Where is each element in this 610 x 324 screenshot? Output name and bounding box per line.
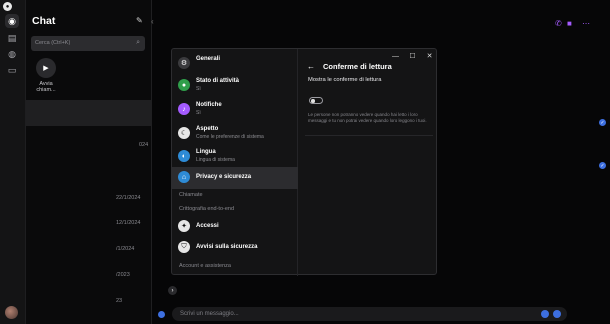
menu-sublabel: Lingua di sistema — [196, 157, 235, 163]
menu-item-privacy[interactable]: ⌂ Privacy e sicurezza — [172, 167, 298, 189]
menu-item-notifiche[interactable]: ♪ Notifiche Sì — [172, 99, 298, 121]
menu-label: Notifiche — [196, 102, 222, 108]
add-icon[interactable] — [158, 311, 165, 318]
messenger-logo-icon: ● — [3, 2, 12, 11]
menu-label: Lingua — [196, 149, 216, 155]
message-placeholder: Scrivi un messaggio... — [180, 310, 239, 317]
video-call-icon: ▶ — [36, 58, 56, 78]
dialog-maximize-button[interactable]: ☐ — [404, 49, 421, 63]
list-item-date: 22/1/2024 — [116, 195, 141, 201]
dialog-minimize-button[interactable]: — — [387, 49, 404, 63]
chat-list-panel: Chat ✎ Cerca (Ctrl+K) ⌕ ▶ Avvia chiam...… — [26, 0, 177, 324]
list-item-date: /1/2024 — [116, 246, 135, 252]
start-call-button[interactable]: ▶ Avvia chiam... — [34, 58, 58, 93]
emoji-icon[interactable] — [541, 310, 549, 318]
menu-item-lingua[interactable]: ◐ Lingua Lingua di sistema — [172, 146, 298, 168]
list-item-date: /2023 — [116, 272, 130, 278]
menu-item-accessi[interactable]: ✦ Accessi — [172, 216, 298, 238]
menu-label: Stato di attività — [196, 78, 240, 84]
archive-icon[interactable]: ▭ — [5, 63, 19, 77]
menu-item-stato-attivita[interactable]: ● Stato di attività Sì — [172, 75, 298, 97]
option-label: Mostra le conferme di lettura — [308, 77, 382, 83]
home-lock-icon: ⌂ — [178, 171, 190, 183]
search-input[interactable]: Cerca (Ctrl+K) ⌕ — [31, 36, 145, 51]
pane-title: Conferme di lettura — [323, 62, 392, 71]
menu-label: Privacy e sicurezza — [196, 174, 252, 180]
sticker-icon[interactable] — [553, 310, 561, 318]
menu-item-account[interactable]: Account e assistenza — [179, 263, 231, 269]
settings-dialog: ⚙ Generali ● Stato di attività Sì ♪ Noti… — [171, 48, 438, 276]
search-placeholder: Cerca (Ctrl+K) — [35, 40, 71, 46]
menu-item-aspetto[interactable]: ☾ Aspetto Come le preferenze di sistema — [172, 123, 298, 145]
key-icon: ✦ — [178, 220, 190, 232]
divider — [305, 135, 433, 136]
left-rail: ● ◉ ▤ ◍ ▭ — [0, 0, 26, 324]
menu-label: Aspetto — [196, 126, 219, 132]
list-item-date: 23 — [116, 298, 123, 304]
back-arrow-icon[interactable]: ← — [307, 62, 315, 71]
menu-sublabel: Come le preferenze di sistema — [196, 134, 264, 140]
chevron-right-icon[interactable]: › — [168, 286, 177, 295]
activity-icon: ● — [178, 79, 190, 91]
read-receipt-icon: ✓ — [599, 119, 606, 126]
compose-icon[interactable]: ✎ — [136, 16, 143, 25]
info-icon[interactable]: ⋯ — [582, 19, 590, 28]
menu-item-chiamate[interactable]: Chiamate — [179, 192, 203, 198]
phone-icon[interactable]: ✆ — [555, 19, 562, 28]
shield-icon: ⛉ — [178, 241, 190, 253]
read-receipt-icon: ✓ — [599, 162, 606, 169]
moon-icon: ☾ — [178, 127, 190, 139]
menu-item-crittografia[interactable]: Crittografia end-to-end — [179, 206, 234, 212]
menu-item-avvisi[interactable]: ⛉ Avvisi sulla sicurezza — [172, 237, 298, 259]
list-item-date: 12/1/2024 — [116, 220, 141, 226]
menu-sublabel: Sì — [196, 86, 201, 92]
menu-sublabel: Sì — [196, 110, 201, 116]
store-icon[interactable]: ▤ — [5, 31, 19, 45]
menu-label: Generali — [196, 56, 221, 62]
start-call-label: Avvia chiam... — [36, 81, 56, 93]
read-receipts-toggle[interactable] — [309, 97, 323, 104]
toggle-knob — [311, 99, 315, 103]
bubble-icon[interactable]: ◍ — [5, 47, 19, 61]
menu-label: Accessi — [196, 223, 219, 229]
bell-icon: ♪ — [178, 103, 190, 115]
menu-item-generali[interactable]: ⚙ Generali — [172, 53, 298, 75]
option-description: Le persone non potranno vedere quando ha… — [308, 112, 427, 124]
video-icon[interactable]: ■ — [567, 19, 572, 28]
menu-label: Avvisi sulla sicurezza — [196, 244, 258, 250]
search-icon: ⌕ — [136, 39, 140, 46]
chat-icon[interactable]: ◉ — [5, 14, 19, 28]
page-title: Chat — [32, 15, 56, 27]
globe-icon: ◐ — [178, 150, 190, 162]
list-item-date: 024 — [139, 142, 149, 148]
dialog-close-button[interactable]: ✕ — [421, 49, 438, 63]
chevron-icon: ‹ — [151, 17, 154, 26]
gear-icon: ⚙ — [178, 57, 190, 69]
settings-menu: ⚙ Generali ● Stato di attività Sì ♪ Noti… — [172, 49, 298, 276]
message-input[interactable]: Scrivi un messaggio... — [172, 307, 567, 321]
settings-pane: — ☐ ✕ ← Conferme di lettura Mostra le co… — [299, 49, 438, 276]
dialog-controls: — ☐ ✕ — [387, 49, 438, 63]
avatar[interactable] — [5, 306, 18, 319]
